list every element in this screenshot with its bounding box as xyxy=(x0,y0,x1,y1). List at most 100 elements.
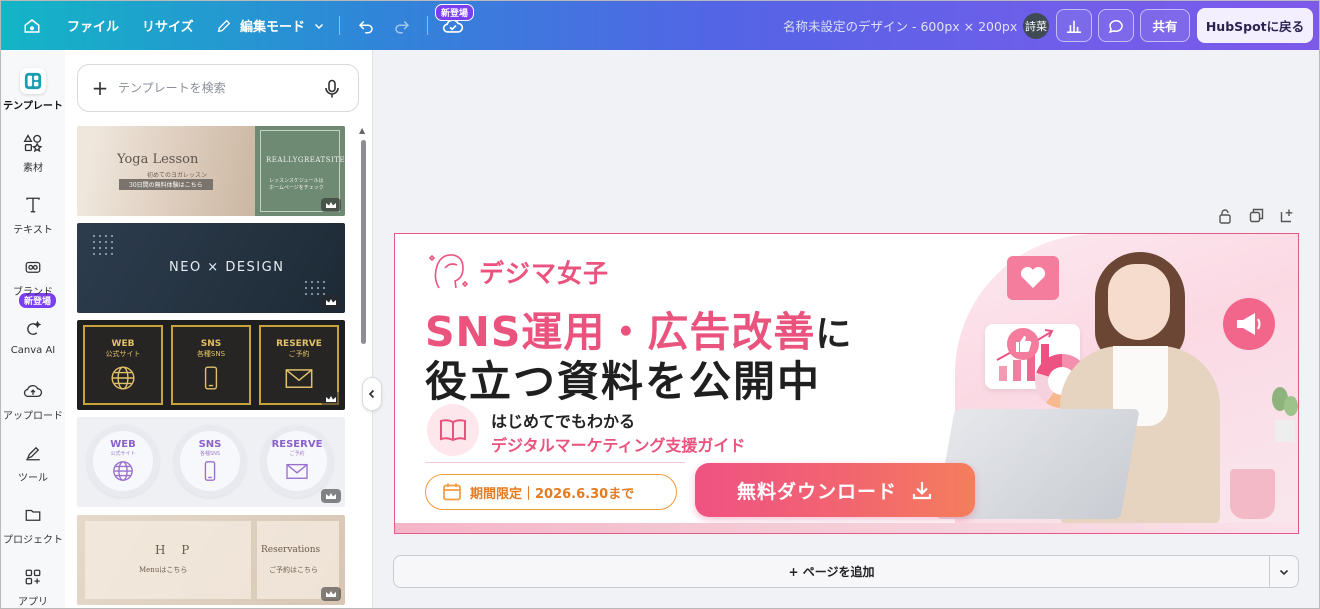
pencil-icon xyxy=(217,19,231,32)
banner-bottom-strip xyxy=(395,523,1298,533)
template-thumbnail-circle-links[interactable]: WEB 公式サイト SNS 各種SNS RESERVE ご予約 xyxy=(77,417,345,507)
banner-headline-2: 役立つ資料を公開中 xyxy=(425,357,822,406)
template-card: WEB 公式サイト xyxy=(83,325,163,405)
scroll-up-arrow[interactable]: ▲ xyxy=(359,126,365,135)
banner-brand-name: デジマ女子 xyxy=(479,259,610,288)
card-title: WEB xyxy=(111,339,135,349)
insights-button[interactable] xyxy=(1056,9,1092,42)
plant xyxy=(1265,384,1298,444)
add-page-dropdown[interactable] xyxy=(1269,555,1299,588)
template-title: REALLYGREATSITE xyxy=(266,156,345,164)
card-subtitle: 各種SNS xyxy=(196,350,226,358)
chevron-down-icon xyxy=(314,23,324,29)
banner-subtitle-1: はじめてでもわかる xyxy=(491,412,636,431)
add-page-button[interactable]: + ページを追加 xyxy=(393,555,1270,588)
duplicate-icon[interactable] xyxy=(1249,208,1264,223)
crown-icon xyxy=(321,489,341,503)
microphone-icon[interactable] xyxy=(324,79,340,99)
left-rail: テンプレート 素材 テキスト 新登場 ブランド Canva AI アップロード … xyxy=(1,50,65,608)
app-window: ファイル リサイズ 編集モード 新登場 名称未設定のデザイン - 600px ×… xyxy=(0,0,1320,609)
toolbar-divider xyxy=(339,16,340,35)
crown-icon xyxy=(321,198,341,212)
template-thumbnail-hp-reservations[interactable]: H P Menuはこちら Reservations ご予約はこちら xyxy=(77,515,345,605)
toolbar-divider xyxy=(427,16,428,35)
smartphone-icon xyxy=(204,461,216,481)
mail-icon xyxy=(285,369,313,388)
lock-icon[interactable] xyxy=(1218,208,1232,224)
template-subtitle: 初めてのヨガレッスン xyxy=(147,172,208,179)
document-title[interactable]: 名称未設定のデザイン - 600px × 200px xyxy=(783,1,1017,50)
template-card: SNS 各種SNS xyxy=(171,325,251,405)
comment-button[interactable] xyxy=(1098,9,1134,42)
template-subtitle: レッスンスケジュールは ホームページをチェック xyxy=(269,178,324,191)
limited-period-text: 期間限定｜2026.6.30まで xyxy=(470,486,635,502)
plant-icon xyxy=(1272,387,1298,442)
megaphone-icon xyxy=(1237,313,1261,335)
edit-mode-dropdown[interactable]: 編集モード xyxy=(216,1,325,50)
divider xyxy=(425,462,685,463)
rail-item-projects[interactable]: プロジェクト xyxy=(1,502,65,546)
template-thumbnail-yoga[interactable]: Yoga Lesson 初めてのヨガレッスン 30日間の無料体験はこちら REA… xyxy=(77,126,345,216)
rail-item-templates[interactable]: テンプレート xyxy=(1,68,65,112)
card-subtitle: 各種SNS xyxy=(199,451,221,457)
templates-panel: + Yoga Lesson 初めてのヨガレッスン 30日間の無料体験はこちら R… xyxy=(65,50,373,608)
undo-icon xyxy=(358,20,373,33)
collapse-panel-button[interactable] xyxy=(362,377,382,411)
rail-item-elements[interactable]: 素材 xyxy=(1,130,65,174)
template-card: WEB 公式サイト xyxy=(87,425,159,497)
menu-file[interactable]: ファイル xyxy=(67,1,119,50)
rail-item-text[interactable]: テキスト xyxy=(1,192,65,236)
folder-icon xyxy=(20,502,46,528)
rail-item-upload[interactable]: アップロード xyxy=(1,378,65,422)
template-thumbnail-neo-design[interactable]: NEO × DESIGN xyxy=(77,223,345,313)
rail-label: Canva AI xyxy=(10,345,56,356)
elements-icon xyxy=(20,130,46,156)
template-title: H P xyxy=(155,543,196,557)
back-to-hubspot-button[interactable]: HubSpotに戻る xyxy=(1197,8,1313,43)
person-face xyxy=(1108,264,1170,340)
rail-item-brand[interactable]: ブランド xyxy=(1,254,65,298)
cta-label: 無料ダウンロード xyxy=(736,480,897,503)
upload-icon xyxy=(20,378,46,404)
card-title: SNS xyxy=(200,339,222,349)
chevron-left-icon xyxy=(368,389,375,399)
rail-item-apps[interactable]: アプリ xyxy=(1,564,65,608)
text-icon xyxy=(20,192,46,218)
rail-label: ブランド xyxy=(13,287,53,298)
dot-pattern-icon xyxy=(93,235,113,255)
card-title: WEB xyxy=(110,439,136,450)
megaphone-bubble xyxy=(1223,298,1275,350)
share-button[interactable]: 共有 xyxy=(1140,9,1190,42)
plus-icon[interactable]: + xyxy=(82,76,118,100)
mug xyxy=(1230,469,1275,519)
redo-button[interactable] xyxy=(391,1,413,50)
rail-label: テンプレート xyxy=(3,101,63,112)
rail-label: アップロード xyxy=(3,411,63,422)
menu-resize[interactable]: リサイズ xyxy=(142,1,194,50)
template-title: Yoga Lesson xyxy=(117,152,199,167)
template-bar: 30日間の無料体験はこちら xyxy=(119,179,213,190)
rail-item-tools[interactable]: ツール xyxy=(1,440,65,484)
like-bubble xyxy=(1007,328,1039,360)
redo-icon xyxy=(395,20,410,33)
scrollbar[interactable] xyxy=(361,140,366,344)
new-badge: 新登場 xyxy=(435,4,475,21)
template-card: SNS 各種SNS xyxy=(174,425,246,497)
rail-label: ツール xyxy=(18,473,48,484)
heart-icon xyxy=(1020,266,1046,288)
crown-icon xyxy=(321,295,341,309)
free-download-button[interactable]: 無料ダウンロード xyxy=(695,463,975,517)
rail-item-canva-ai[interactable]: Canva AI xyxy=(1,316,65,356)
design-canvas-banner[interactable]: デジマ女子 SNS運用・広告改善に 役立つ資料を公開中 はじめてでもわかる デジ… xyxy=(394,233,1299,534)
template-title: NEO × DESIGN xyxy=(169,260,285,275)
template-card: RESERVE ご予約 xyxy=(261,425,333,497)
search-input[interactable] xyxy=(118,81,318,95)
rail-label: アプリ xyxy=(18,597,48,608)
template-thumbnail-gold-links[interactable]: WEB 公式サイト SNS 各種SNS RESERVE ご予約 xyxy=(77,320,345,410)
banner-subtitle-2: デジタルマーケティング支援ガイド xyxy=(491,436,746,455)
add-page-icon[interactable] xyxy=(1280,208,1295,223)
home-button[interactable] xyxy=(15,1,49,50)
avatar[interactable]: 詩菜 xyxy=(1023,13,1049,39)
bar-chart-icon xyxy=(1066,20,1082,33)
undo-button[interactable] xyxy=(355,1,377,50)
